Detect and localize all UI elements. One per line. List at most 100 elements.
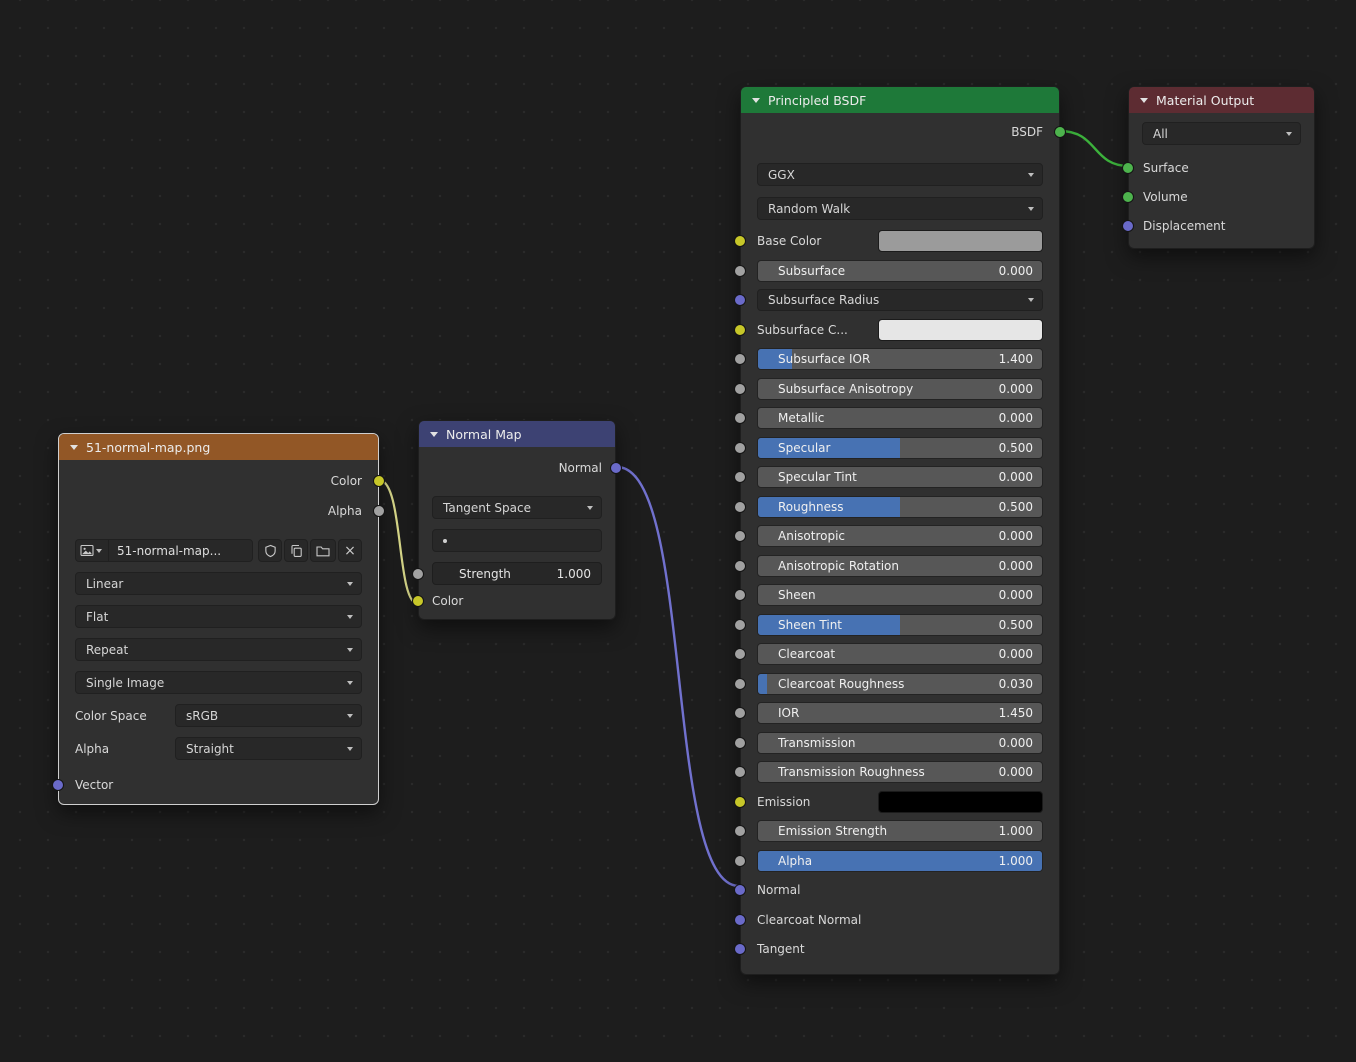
alpha-mode-dropdown[interactable]: Straight [175,737,362,760]
alpha-output-socket[interactable] [373,505,385,517]
transmission-slider[interactable]: Transmission0.000 [757,732,1043,754]
subsurface-method-dropdown[interactable]: Random Walk [757,197,1043,220]
normal-output-socket[interactable] [610,462,622,474]
projection-dropdown[interactable]: Flat [75,605,362,628]
base-color-input-socket[interactable] [734,235,746,247]
alpha-input-socket[interactable] [734,855,746,867]
subsurface-c-color-swatch[interactable] [878,319,1043,341]
material-output-header[interactable]: Material Output [1129,87,1314,113]
subsurface-radius-dropdown[interactable]: Subsurface Radius [757,289,1043,311]
image-name-field[interactable]: 51-normal-map... [108,539,253,562]
open-image-folder-button[interactable] [310,539,336,562]
subsurface-ior-slider[interactable]: Subsurface IOR1.400 [757,348,1043,370]
sheen-input-socket[interactable] [734,589,746,601]
tangent-input-socket[interactable] [734,943,746,955]
collapse-chevron-icon[interactable] [430,432,438,437]
collapse-chevron-icon[interactable] [70,445,78,450]
fake-user-shield-button[interactable] [258,539,282,562]
strength-input-socket[interactable] [412,568,424,580]
specular-tint-input-socket[interactable] [734,471,746,483]
strength-label: Strength [459,567,511,581]
wire-bsdf-to-surface[interactable] [1060,131,1129,166]
anisotropic-rotation-slider[interactable]: Anisotropic Rotation0.000 [757,555,1043,577]
anisotropic-input-socket[interactable] [734,530,746,542]
normal-input-socket[interactable] [734,884,746,896]
collapse-chevron-icon[interactable] [1140,98,1148,103]
image-texture-header[interactable]: 51-normal-map.png [59,434,378,460]
emission-strength-slider[interactable]: Emission Strength1.000 [757,820,1043,842]
clearcoat-roughness-input-socket[interactable] [734,678,746,690]
ior-slider[interactable]: IOR1.450 [757,702,1043,724]
roughness-input-socket[interactable] [734,501,746,513]
distribution-dropdown[interactable]: GGX [757,163,1043,186]
anisotropic-slider[interactable]: Anisotropic0.000 [757,525,1043,547]
unlink-image-button[interactable]: × [338,539,362,562]
clearcoat-slider[interactable]: Clearcoat0.000 [757,643,1043,665]
subsurface-radius-input-socket[interactable] [734,294,746,306]
source-dropdown[interactable]: Single Image [75,671,362,694]
emission-color-swatch[interactable] [878,791,1043,813]
displacement-input-socket[interactable] [1122,220,1134,232]
node-normal-map[interactable]: Normal Map Normal Tangent Space Strength… [418,420,616,620]
sheen-tint-input-socket[interactable] [734,619,746,631]
surface-input-socket[interactable] [1122,162,1134,174]
principled-bsdf-header[interactable]: Principled BSDF [741,87,1059,113]
subsurface-anisotropy-slider[interactable]: Subsurface Anisotropy0.000 [757,378,1043,400]
copy-image-button[interactable] [284,539,308,562]
transmission-roughness-input-socket[interactable] [734,766,746,778]
metallic-input-socket[interactable] [734,412,746,424]
normal-map-header[interactable]: Normal Map [419,421,615,447]
color-space-dropdown[interactable]: sRGB [175,704,362,727]
input-label: Tangent [757,942,805,956]
space-dropdown[interactable]: Tangent Space [432,496,602,519]
image-datablock-row: 51-normal-map... × [75,539,362,562]
clearcoat-normal-input-socket[interactable] [734,914,746,926]
vector-input-socket[interactable] [52,779,64,791]
wire-image-color-to-normalmap-color[interactable] [379,480,418,604]
emission-input-socket[interactable] [734,796,746,808]
color-output-socket[interactable] [373,475,385,487]
specular-slider[interactable]: Specular0.500 [757,437,1043,459]
subsurface-ior-input-socket[interactable] [734,353,746,365]
anisotropic-rotation-input-socket[interactable] [734,560,746,572]
bsdf-output-socket[interactable] [1054,126,1066,138]
subsurface-slider[interactable]: Subsurface0.000 [757,260,1043,282]
emission-strength-input-socket[interactable] [734,825,746,837]
metallic-slider[interactable]: Metallic0.000 [757,407,1043,429]
subsurface-c-input-socket[interactable] [734,324,746,336]
image-browse-button[interactable] [75,539,108,562]
slider-label: Subsurface [778,264,999,278]
color-input-socket[interactable] [412,595,424,607]
collapse-chevron-icon[interactable] [752,98,760,103]
sheen-tint-slider[interactable]: Sheen Tint0.500 [757,614,1043,636]
node-principled-bsdf[interactable]: Principled BSDF BSDF GGX Random Walk Bas… [740,86,1060,975]
uv-map-field[interactable] [432,529,602,552]
transmission-roughness-slider[interactable]: Transmission Roughness0.000 [757,761,1043,783]
input-label: Clearcoat Normal [757,913,861,927]
strength-field[interactable]: Strength 1.000 [432,562,602,585]
node-image-texture[interactable]: 51-normal-map.png Color Alpha 51-normal-… [58,433,379,805]
roughness-slider[interactable]: Roughness0.500 [757,496,1043,518]
specular-input-socket[interactable] [734,442,746,454]
clearcoat-roughness-slider[interactable]: Clearcoat Roughness0.030 [757,673,1043,695]
base-color-color-swatch[interactable] [878,230,1043,252]
shader-node-editor-canvas[interactable]: { "colors": { "background": "#1d1d1d", "… [0,0,1356,1062]
transmission-input-socket[interactable] [734,737,746,749]
output-target-dropdown[interactable]: All [1142,122,1301,145]
ior-input-socket[interactable] [734,707,746,719]
node-material-output[interactable]: Material Output All Surface Volume Displ… [1128,86,1315,249]
volume-input-socket[interactable] [1122,191,1134,203]
alpha-slider[interactable]: Alpha1.000 [757,850,1043,872]
specular-tint-slider[interactable]: Specular Tint0.000 [757,466,1043,488]
chevron-down-icon [1028,207,1034,211]
slider-label: Sheen Tint [778,618,999,632]
wire-normalmap-normal-to-bsdf-normal[interactable] [617,467,739,886]
sheen-slider[interactable]: Sheen0.000 [757,584,1043,606]
interpolation-dropdown[interactable]: Linear [75,572,362,595]
output-label: Normal [559,461,602,475]
subsurface-anisotropy-input-socket[interactable] [734,383,746,395]
extension-dropdown[interactable]: Repeat [75,638,362,661]
strength-value: 1.000 [557,567,591,581]
clearcoat-input-socket[interactable] [734,648,746,660]
subsurface-input-socket[interactable] [734,265,746,277]
